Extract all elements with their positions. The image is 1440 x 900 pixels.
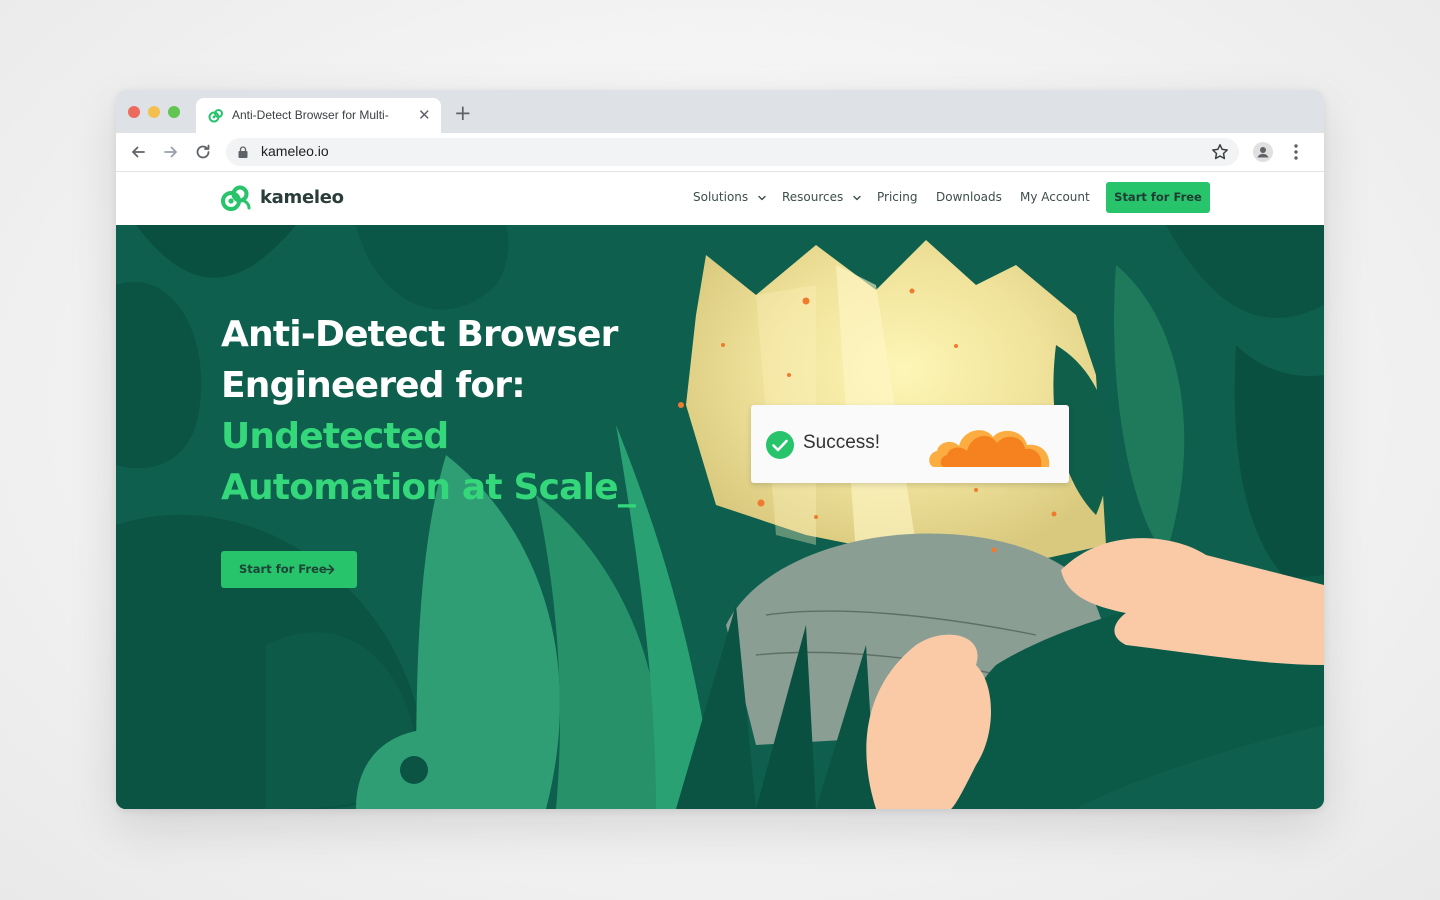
nav-resources-label: Resources bbox=[782, 190, 844, 204]
hero-section: Anti-Detect Browser Engineered for: Unde… bbox=[116, 225, 1324, 809]
kameleo-logo-icon bbox=[221, 185, 251, 211]
address-bar[interactable]: kameleo.io bbox=[226, 138, 1239, 166]
tab-title: Anti-Detect Browser for Multi- bbox=[232, 108, 389, 122]
browser-menu-icon[interactable] bbox=[1292, 141, 1300, 163]
checkmark-circle-icon bbox=[766, 431, 794, 459]
url-text: kameleo.io bbox=[261, 143, 329, 159]
site-header: kameleo Solutions Resources Pricing Down… bbox=[116, 172, 1324, 225]
chevron-down-icon bbox=[758, 195, 766, 200]
headline-line-2: Engineered for: bbox=[221, 365, 526, 406]
maximize-window-button[interactable] bbox=[168, 106, 180, 118]
start-for-free-nav-button[interactable]: Start for Free bbox=[1106, 182, 1210, 213]
chevron-down-icon bbox=[853, 195, 861, 200]
browser-tab[interactable]: Anti-Detect Browser for Multi- ✕ bbox=[196, 98, 441, 133]
brand-name: kameleo bbox=[260, 187, 344, 208]
close-window-button[interactable] bbox=[128, 106, 140, 118]
headline-line-1: Anti-Detect Browser bbox=[221, 314, 618, 355]
bookmark-star-icon[interactable] bbox=[1210, 142, 1230, 162]
profile-avatar-icon[interactable] bbox=[1253, 142, 1273, 162]
nav-pricing[interactable]: Pricing bbox=[877, 190, 917, 204]
success-label: Success! bbox=[803, 432, 881, 453]
browser-window: Anti-Detect Browser for Multi- ✕ + kamel… bbox=[116, 90, 1324, 809]
hero-headline: Anti-Detect Browser Engineered for: Unde… bbox=[221, 309, 636, 513]
person-icon bbox=[1257, 147, 1269, 158]
reload-icon[interactable] bbox=[193, 142, 213, 162]
cloudflare-cloud-icon bbox=[929, 430, 1050, 467]
kameleo-logo[interactable]: kameleo bbox=[220, 184, 344, 214]
nav-my-account[interactable]: My Account bbox=[1020, 190, 1090, 204]
minimize-window-button[interactable] bbox=[148, 106, 160, 118]
back-arrow-icon[interactable] bbox=[128, 142, 148, 162]
success-card: Success! bbox=[751, 405, 1069, 483]
tab-strip: Anti-Detect Browser for Multi- ✕ + bbox=[116, 90, 1324, 133]
nav-solutions-label: Solutions bbox=[693, 190, 749, 204]
browser-toolbar: kameleo.io bbox=[116, 133, 1324, 172]
forward-arrow-icon[interactable] bbox=[161, 142, 181, 162]
tab-close-icon[interactable]: ✕ bbox=[418, 106, 431, 124]
lock-icon bbox=[238, 146, 248, 158]
start-for-free-hero-button[interactable]: Start for Free bbox=[221, 551, 357, 588]
kameleo-favicon-icon bbox=[208, 109, 223, 123]
arrow-right-icon bbox=[323, 564, 335, 575]
nav-resources[interactable]: Resources bbox=[782, 190, 861, 204]
new-tab-button[interactable]: + bbox=[454, 101, 472, 125]
headline-highlight-2: Automation at Scale_ bbox=[221, 467, 636, 508]
headline-highlight-1: Undetected bbox=[221, 416, 449, 457]
hero-cta-label: Start for Free bbox=[239, 562, 327, 576]
nav-solutions[interactable]: Solutions bbox=[693, 190, 766, 204]
nav-downloads[interactable]: Downloads bbox=[936, 190, 1002, 204]
